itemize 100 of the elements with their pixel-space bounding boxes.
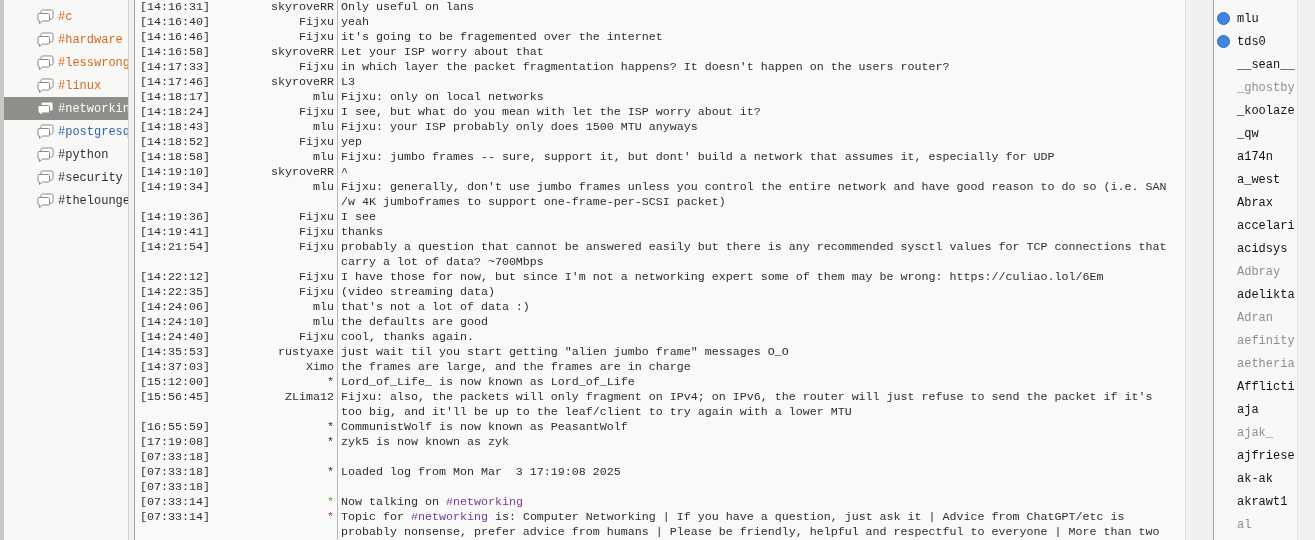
nickname: Fijxu bbox=[299, 330, 334, 345]
chat-bubble-icon bbox=[37, 147, 54, 162]
user-item[interactable]: acidsys bbox=[1214, 237, 1297, 260]
timestamp: [14:18:43] bbox=[140, 120, 211, 135]
message-text: it's going to be fragemented over the internet bbox=[341, 30, 663, 45]
nickname: Fijxu bbox=[299, 225, 334, 240]
message-text: too big, and it'll be up to the leaf/client to try again with a lower MTU bbox=[341, 405, 853, 420]
timestamp: [14:18:52] bbox=[140, 135, 211, 150]
timestamp: [17:19:08] bbox=[140, 435, 211, 450]
timestamp: [14:19:41] bbox=[140, 225, 211, 240]
message-text: Fijxu: your ISP probably only does 1500 MTU anyways bbox=[341, 120, 698, 135]
nickname: mlu bbox=[313, 120, 334, 135]
nickname: Ximo bbox=[306, 360, 334, 375]
timestamp: [15:12:00] bbox=[140, 375, 211, 390]
message-text: probably nonsense, prefer advice from humans | Please be friendly, helpful and respectful to everyone | More than two bbox=[341, 525, 1160, 540]
user-item[interactable]: _koolaze bbox=[1214, 99, 1297, 122]
nickname: Fijxu bbox=[299, 240, 334, 255]
message-text: Fijxu: also, the packets will only fragment on IPv4; on IPv6, the router will just refuse to send the packet if it's bbox=[341, 390, 1153, 405]
user-item[interactable]: ajfriese bbox=[1214, 444, 1297, 467]
timestamp: [07:33:18] bbox=[140, 465, 211, 480]
user-item[interactable]: aja bbox=[1214, 398, 1297, 421]
nickname: * bbox=[327, 420, 334, 435]
timestamp: [07:33:14] bbox=[140, 510, 211, 525]
timestamp: [14:37:03] bbox=[140, 360, 211, 375]
user-item[interactable]: a_west bbox=[1214, 168, 1297, 191]
chat-bubble-icon bbox=[37, 101, 54, 116]
user-item[interactable]: ak-ak bbox=[1214, 467, 1297, 490]
message-text: L3 bbox=[341, 75, 355, 90]
timestamp: [14:19:36] bbox=[140, 210, 211, 225]
nickname: skyroveRR bbox=[271, 45, 334, 60]
user-item[interactable]: __sean__ bbox=[1214, 53, 1297, 76]
nickname: mlu bbox=[313, 315, 334, 330]
chat-bubble-icon bbox=[37, 78, 54, 93]
message-text: (video streaming data) bbox=[341, 285, 495, 300]
user-item[interactable]: mlu bbox=[1214, 7, 1297, 30]
message-text: Fijxu: generally, don't use jumbo frames unless you control the entire network and have good reason to do so (i.e. SAN bbox=[341, 180, 1167, 195]
user-item[interactable]: _qw bbox=[1214, 122, 1297, 145]
channel-item[interactable]: #c bbox=[4, 5, 128, 28]
nickname: mlu bbox=[313, 90, 334, 105]
user-item[interactable]: Abrax bbox=[1214, 191, 1297, 214]
message-text: yep bbox=[341, 135, 362, 150]
timestamp: [14:18:24] bbox=[140, 105, 211, 120]
nickname: rustyaxe bbox=[278, 345, 334, 360]
timestamp: [14:18:17] bbox=[140, 90, 211, 105]
nickname: * bbox=[327, 375, 334, 390]
timestamp: [14:24:06] bbox=[140, 300, 211, 315]
user-item[interactable]: akrawt1 bbox=[1214, 490, 1297, 513]
message-text: Fijxu: only on local networks bbox=[341, 90, 544, 105]
nickname: Fijxu bbox=[299, 135, 334, 150]
message-text: yeah bbox=[341, 15, 369, 30]
nickname: Fijxu bbox=[299, 60, 334, 75]
timestamp: [14:24:40] bbox=[140, 330, 211, 345]
timestamp: [14:16:46] bbox=[140, 30, 211, 45]
nickname: * bbox=[327, 495, 334, 510]
channel-item[interactable]: #python bbox=[4, 143, 128, 166]
chat-bubble-icon bbox=[37, 124, 54, 139]
nickname: Fijxu bbox=[299, 15, 334, 30]
timestamp: [07:33:18] bbox=[140, 480, 211, 495]
timestamp: [14:16:58] bbox=[140, 45, 211, 60]
message-text: zyk5 is now known as zyk bbox=[341, 435, 509, 450]
timestamp: [16:55:59] bbox=[140, 420, 211, 435]
chat-bubble-icon bbox=[37, 170, 54, 185]
nickname: mlu bbox=[313, 300, 334, 315]
user-item[interactable]: tds0 bbox=[1214, 30, 1297, 53]
message-text: in which layer the packet fragmentation happens? It doesn't happen on the users router? bbox=[341, 60, 950, 75]
timestamp: [15:56:45] bbox=[140, 390, 211, 405]
message-text: just wait til you start getting "alien jumbo frame" messages O_O bbox=[341, 345, 789, 360]
timestamp: [14:17:46] bbox=[140, 75, 211, 90]
nickname: skyroveRR bbox=[271, 165, 334, 180]
user-item[interactable]: Afflicti bbox=[1214, 375, 1297, 398]
timestamp: [07:33:14] bbox=[140, 495, 211, 510]
user-item[interactable]: adelikta bbox=[1214, 283, 1297, 306]
nickname: skyroveRR bbox=[271, 75, 334, 90]
message-text: I have those for now, but since I'm not a networking expert some of them may be wrong: https://culiao.lol/6Em bbox=[341, 270, 1104, 285]
channel-item[interactable]: #linux bbox=[4, 74, 128, 97]
message-text: CommunistWolf is now known as PeasantWolf bbox=[341, 420, 628, 435]
timestamp: [14:19:34] bbox=[140, 180, 211, 195]
user-item[interactable]: a174n bbox=[1214, 145, 1297, 168]
nickname: Fijxu bbox=[299, 270, 334, 285]
nickname: * bbox=[327, 435, 334, 450]
timestamp: [14:16:31] bbox=[140, 0, 211, 15]
nickname: ZLima12 bbox=[285, 390, 334, 405]
message-text: that's not a lot of data :) bbox=[341, 300, 530, 315]
chat-bubble-icon bbox=[37, 55, 54, 70]
message-text: the frames are large, and the frames are in charge bbox=[341, 360, 691, 375]
message-text: Loaded log from Mon Mar 3 17:19:08 2025 bbox=[341, 465, 621, 480]
message-text: probably a question that cannot be answered easily but there is any recommended sysctl values for TCP connections that bbox=[341, 240, 1167, 255]
timestamp: [14:24:10] bbox=[140, 315, 211, 330]
timestamp: [14:22:12] bbox=[140, 270, 211, 285]
nickname: skyroveRR bbox=[271, 0, 334, 15]
nickname: Fijxu bbox=[299, 210, 334, 225]
message-text: Only useful on lans bbox=[341, 0, 474, 15]
message-text: thanks bbox=[341, 225, 383, 240]
channel-item[interactable]: #security bbox=[4, 166, 128, 189]
user-item[interactable]: accelari bbox=[1214, 214, 1297, 237]
chat-bubble-icon bbox=[37, 32, 54, 47]
nickname: mlu bbox=[313, 150, 334, 165]
channel-item[interactable]: #hardware bbox=[4, 28, 128, 51]
message-text: Now talking on #networking bbox=[341, 495, 523, 510]
timestamp: [14:16:40] bbox=[140, 15, 211, 30]
